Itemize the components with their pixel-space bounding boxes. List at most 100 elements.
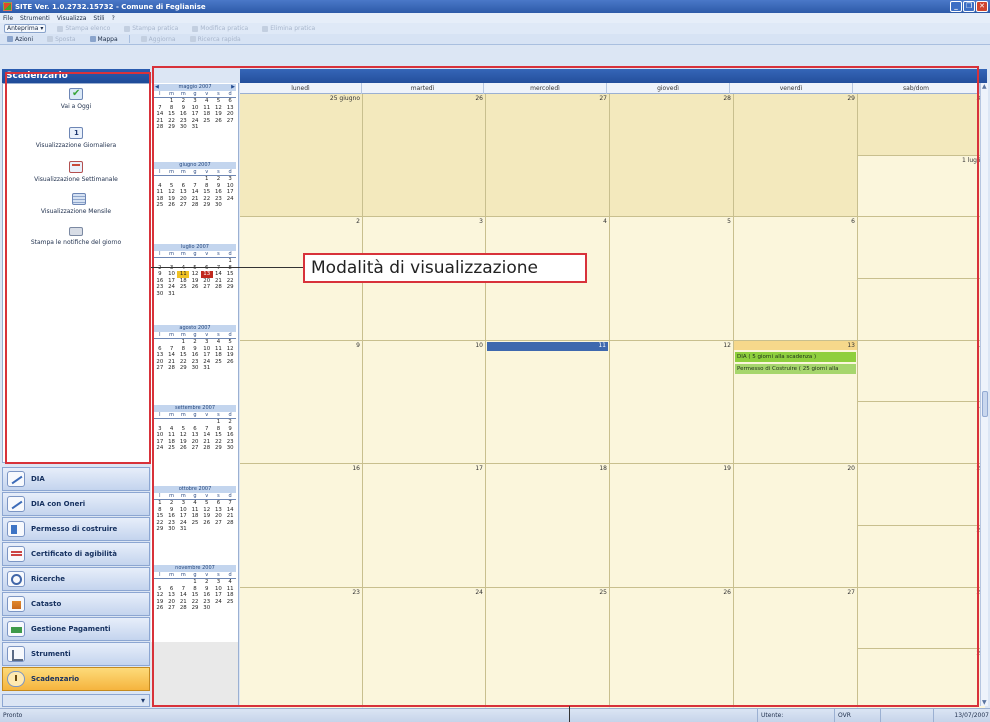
menu-help[interactable]: ?	[112, 15, 115, 22]
mini-calendar-day[interactable]: 31	[189, 124, 201, 131]
scrollbar-thumb[interactable]	[982, 391, 988, 417]
calendar-day-cell[interactable]: 27	[486, 94, 609, 217]
mini-calendar-day[interactable]: 30	[213, 202, 225, 209]
mappa-button[interactable]: Mappa	[87, 35, 121, 44]
minimize-button[interactable]: _	[950, 1, 962, 12]
mini-calendar-day[interactable]: 27	[177, 202, 189, 209]
calendar-day-cell[interactable]: 28	[610, 94, 733, 217]
mini-calendar-day[interactable]: 28	[166, 365, 178, 372]
calendar-day-cell[interactable]: 5	[610, 217, 733, 340]
menu-file[interactable]: File	[3, 15, 13, 22]
mini-calendar-day[interactable]: 27	[201, 284, 213, 291]
calendar-day-cell[interactable]: 20	[734, 464, 857, 587]
mini-calendar-day[interactable]: 25	[166, 445, 178, 452]
calendar-day-cell[interactable]: 19	[610, 464, 733, 587]
calendar-day-cell[interactable]: 13 DIA ( 5 giorni alla scadenza ) Permesso…	[734, 340, 857, 464]
nav-certificato-di-agibilita[interactable]: Certificato di agibilità	[2, 542, 150, 566]
sunday-cell[interactable]: 8	[858, 279, 985, 340]
mini-calendar-day[interactable]: 30	[154, 291, 166, 298]
mini-calendar-day[interactable]: 25	[189, 520, 201, 527]
mini-calendar-day[interactable]: 24	[224, 196, 236, 203]
mini-calendar-day[interactable]: 29	[166, 124, 178, 131]
anteprima-dropdown[interactable]: Anteprima ▾	[4, 24, 47, 33]
calendar-day-cell[interactable]: 27	[734, 587, 857, 710]
calendar-day-cell[interactable]: 6	[734, 217, 857, 340]
sunday-cell[interactable]: 29	[858, 649, 985, 710]
mini-calendar-day[interactable]: 29	[213, 445, 225, 452]
calendar-day-cell[interactable]: 12	[610, 340, 733, 464]
prev-month-arrow-icon[interactable]: ◀	[155, 84, 159, 91]
calendar-day-cell[interactable]: 18	[486, 464, 609, 587]
mini-calendar-day[interactable]: 28	[189, 202, 201, 209]
mini-calendar-day[interactable]: 29	[201, 202, 213, 209]
saturday-cell[interactable]: 21	[858, 464, 985, 525]
calendar-event[interactable]: DIA ( 5 giorni alla scadenza )	[735, 351, 856, 362]
nav-catasto[interactable]: Catasto	[2, 592, 150, 616]
sunday-cell[interactable]: 1 luglio	[858, 155, 985, 217]
calendar-day-cell[interactable]: 23	[240, 587, 362, 710]
menu-stili[interactable]: Stili	[93, 15, 104, 22]
vai-a-oggi-action[interactable]: Vai a Oggi	[3, 88, 149, 110]
calendar-day-cell[interactable]: 11	[486, 340, 609, 464]
calendar-day-cell[interactable]: 26	[610, 587, 733, 710]
nav-permesso-di-costruire[interactable]: Permesso di costruire	[2, 517, 150, 541]
mini-calendar-day[interactable]: 27	[154, 365, 166, 372]
mini-calendar-day[interactable]: 30	[189, 365, 201, 372]
mini-calendar-day[interactable]: 26	[189, 284, 201, 291]
mini-calendar-day[interactable]: 30	[224, 445, 236, 452]
mini-calendar-day[interactable]: 28	[201, 445, 213, 452]
mini-calendar-day[interactable]: 25	[154, 202, 166, 209]
saturday-cell[interactable]: 28	[858, 587, 985, 649]
mini-calendar-day[interactable]: 27	[213, 520, 225, 527]
saturday-cell[interactable]: 7	[858, 217, 985, 279]
calendar-day-cell[interactable]: 10	[363, 340, 485, 464]
nav-dia[interactable]: DIA	[2, 467, 150, 491]
scroll-down-arrow-icon[interactable]: ▼	[982, 699, 987, 706]
close-button[interactable]: ✕	[976, 1, 988, 12]
scroll-up-arrow-icon[interactable]: ▲	[982, 83, 987, 90]
calendar-day-cell[interactable]: 29	[734, 94, 857, 217]
maximize-button[interactable]: ❒	[963, 1, 975, 12]
mini-calendar-day[interactable]: 30	[166, 526, 178, 533]
menu-visualizza[interactable]: Visualizza	[57, 15, 87, 22]
mini-calendar-day[interactable]: 31	[166, 291, 178, 298]
stampa-pratica-button[interactable]: Stampa pratica	[121, 24, 181, 33]
mini-calendar-day[interactable]: 25	[177, 284, 189, 291]
mini-calendar-day[interactable]: 30	[177, 124, 189, 131]
mini-calendar-day[interactable]: 28	[177, 605, 189, 612]
sposta-button[interactable]: Sposta	[44, 35, 78, 44]
mini-calendar-day[interactable]: 30	[201, 605, 213, 612]
mini-calendar-day[interactable]: 24	[154, 445, 166, 452]
elimina-pratica-button[interactable]: Elimina pratica	[259, 24, 318, 33]
nav-gestione-pagamenti[interactable]: Gestione Pagamenti	[2, 617, 150, 641]
mini-calendar-day[interactable]: 26	[166, 202, 178, 209]
visualizzazione-settimanale-action[interactable]: Visualizzazione Settimanale	[3, 161, 149, 183]
sunday-cell[interactable]: 22	[858, 525, 985, 587]
azioni-button[interactable]: Azioni	[4, 35, 36, 44]
mini-calendar-day[interactable]: 31	[177, 526, 189, 533]
visualizzazione-giornaliera-action[interactable]: Visualizzazione Giornaliera	[3, 127, 149, 149]
aggiorna-button[interactable]: Aggiorna	[138, 35, 179, 44]
nav-overflow-bar[interactable]: ▾	[2, 694, 150, 707]
modifica-pratica-button[interactable]: Modifica pratica	[189, 24, 251, 33]
calendar-day-cell[interactable]: 9	[240, 340, 362, 464]
mini-calendar-day[interactable]: 25	[224, 599, 236, 606]
calendar-day-cell[interactable]: 24	[363, 587, 485, 710]
mini-calendar-day[interactable]: 31	[201, 365, 213, 372]
mini-calendar-day[interactable]: 27	[224, 118, 236, 125]
mini-calendar-day[interactable]: 29	[224, 284, 236, 291]
mini-calendar-day[interactable]: 27	[166, 605, 178, 612]
stampa-notifiche-action[interactable]: Stampa le notifiche del giorno	[3, 224, 149, 246]
calendar-day-cell[interactable]: 26	[363, 94, 485, 217]
mini-calendar-day[interactable]: 26	[213, 118, 225, 125]
mini-calendar-day[interactable]: 28	[154, 124, 166, 131]
mini-calendar-day[interactable]: 25	[213, 359, 225, 366]
menu-strumenti[interactable]: Strumenti	[20, 15, 50, 22]
visualizzazione-mensile-action[interactable]: Visualizzazione Mensile	[3, 193, 149, 215]
nav-ricerche[interactable]: Ricerche	[2, 567, 150, 591]
calendar-event[interactable]: Permesso di Costruire ( 25 giorni alla	[735, 363, 856, 374]
mini-calendar-day[interactable]: 26	[224, 359, 236, 366]
sunday-cell[interactable]: 15	[858, 402, 985, 464]
mini-calendar-day[interactable]: 27	[189, 445, 201, 452]
mini-calendar-day[interactable]: 28	[224, 520, 236, 527]
